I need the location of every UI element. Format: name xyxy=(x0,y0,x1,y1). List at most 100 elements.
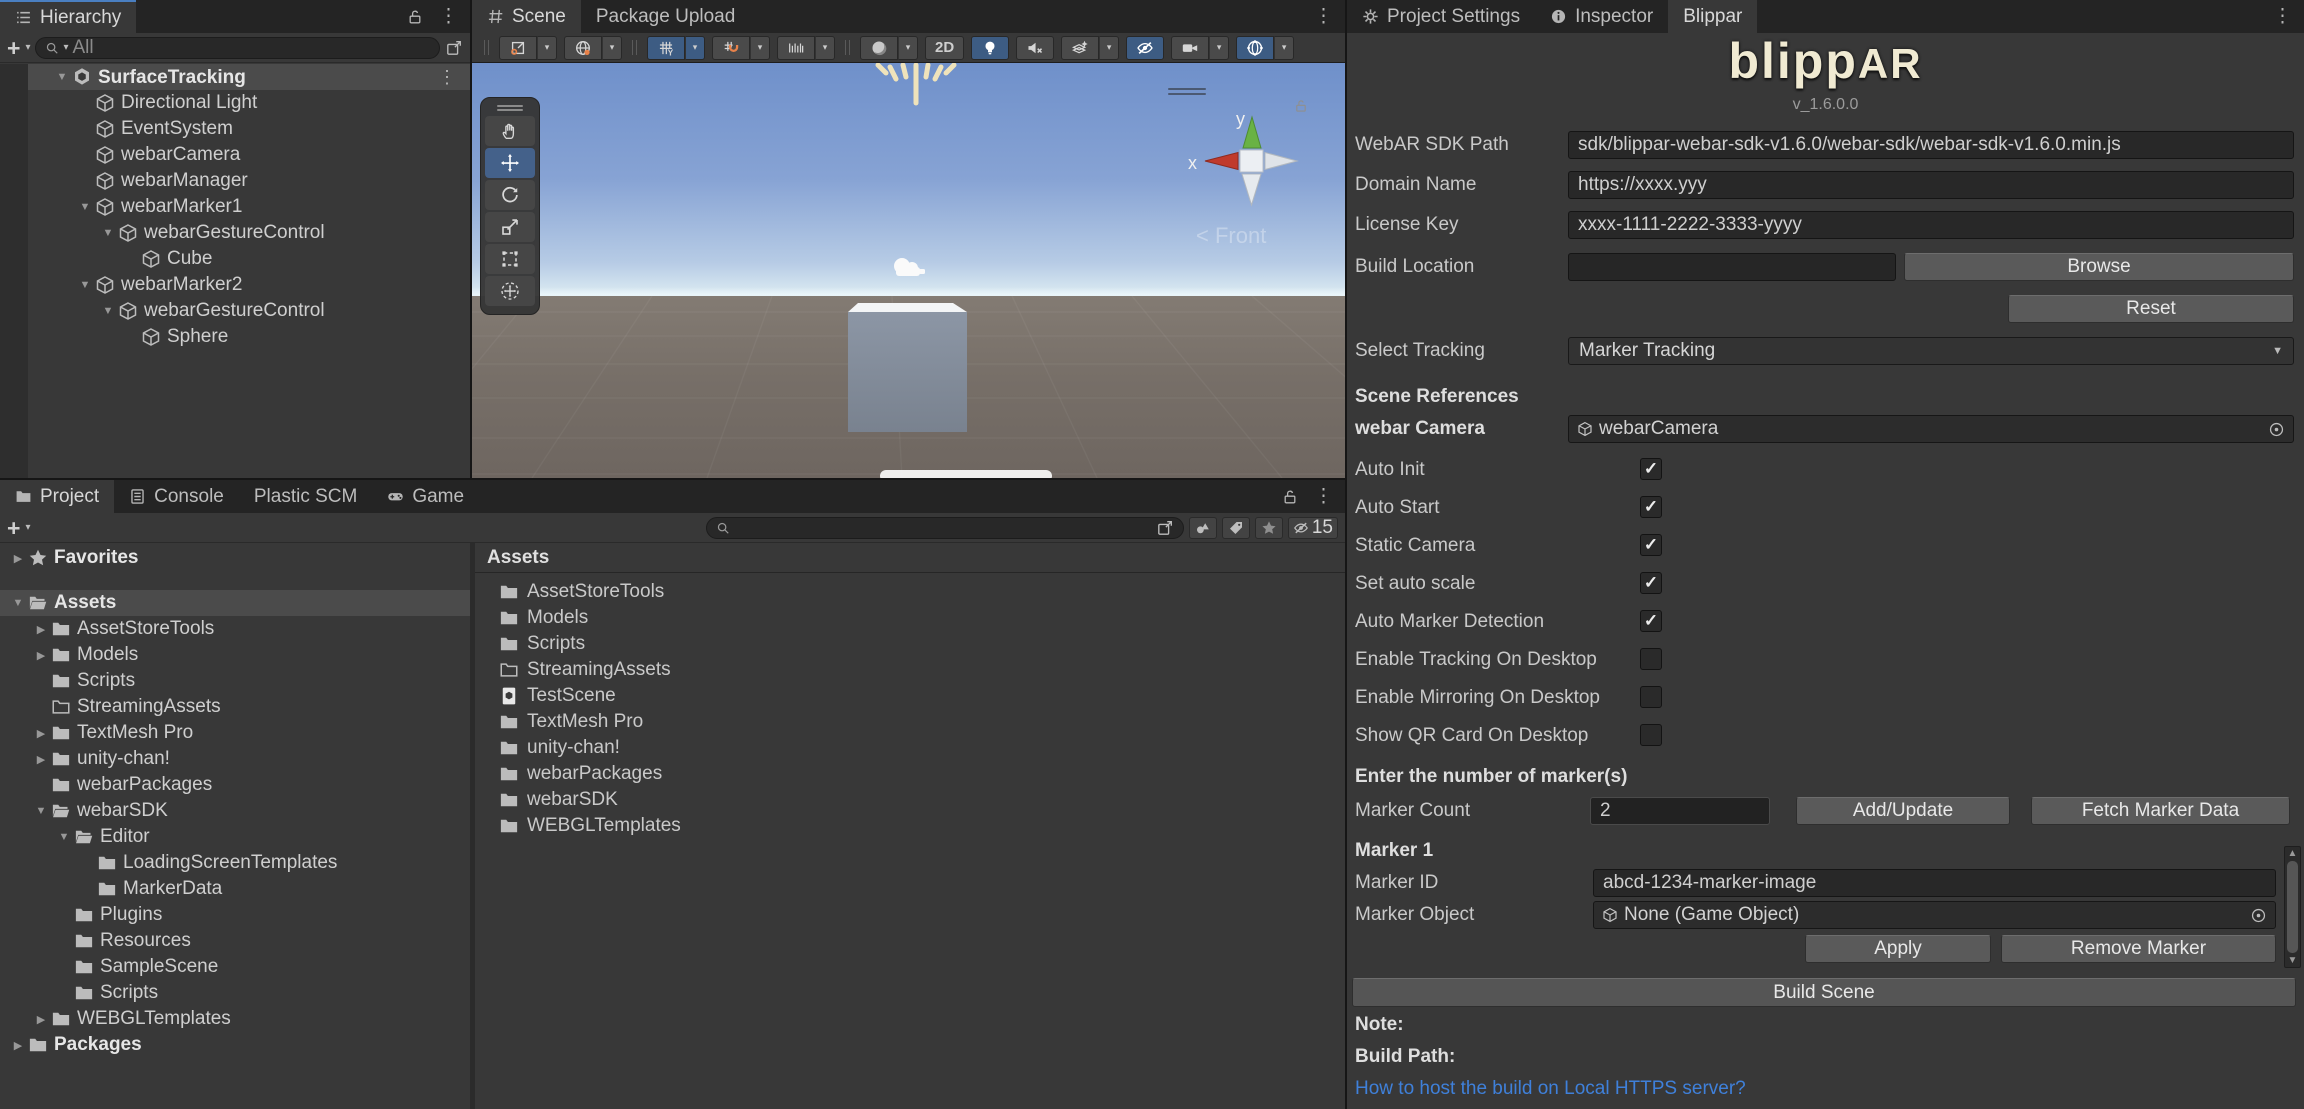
project-tree-item[interactable]: ▶ Favorites xyxy=(0,545,470,571)
tab-project[interactable]: Project xyxy=(0,480,115,513)
scene-visibility-button[interactable] xyxy=(1126,35,1165,60)
checkbox[interactable] xyxy=(1640,534,1662,556)
scale-tool-button[interactable] xyxy=(485,212,535,242)
webar-camera-object-field[interactable]: webarCamera xyxy=(1568,415,2294,443)
apply-button[interactable]: Apply xyxy=(1805,935,1991,963)
marker-scrollbar[interactable]: ▲ ▼ xyxy=(2284,846,2301,968)
project-tree-item[interactable]: Resources xyxy=(0,928,470,954)
tab-console[interactable]: Console xyxy=(114,480,239,513)
checkbox[interactable] xyxy=(1640,648,1662,670)
save-search-button[interactable] xyxy=(1254,516,1283,539)
expand-arrow[interactable]: ▶ xyxy=(31,753,51,766)
fetch-marker-data-button[interactable]: Fetch Marker Data xyxy=(2031,797,2290,825)
marker-id-input[interactable]: abcd-1234-marker-image xyxy=(1593,869,2276,897)
open-in-window-icon[interactable] xyxy=(1156,519,1174,537)
hierarchy-item[interactable]: ▼ SurfaceTracking ⋮ xyxy=(28,64,470,90)
draw-mode-button[interactable]: ▾ xyxy=(860,35,918,60)
grid-dropdown[interactable]: ▾ xyxy=(685,35,705,60)
hierarchy-item[interactable]: ▼ webarGestureControl ⋮ xyxy=(28,298,470,324)
scene-lighting-button[interactable] xyxy=(971,35,1010,60)
project-tree-item[interactable]: MarkerData xyxy=(0,876,470,902)
asset-item[interactable]: WEBGLTemplates xyxy=(475,813,1345,839)
expand-arrow[interactable]: ▶ xyxy=(31,1013,51,1026)
project-tree-item[interactable]: ▶ unity-chan! xyxy=(0,746,470,772)
checkbox[interactable] xyxy=(1640,572,1662,594)
https-help-link[interactable]: How to host the build on Local HTTPS ser… xyxy=(1355,1078,1746,1100)
toolbar-handle[interactable] xyxy=(484,40,489,55)
checkbox[interactable] xyxy=(1640,686,1662,708)
kebab-menu-icon[interactable]: ⋮ xyxy=(2273,7,2292,26)
scene-audio-button[interactable] xyxy=(1016,35,1055,60)
open-in-window-icon[interactable] xyxy=(445,39,463,57)
sun-gizmo-icon[interactable] xyxy=(870,63,966,109)
scene-viewport[interactable]: y x Front xyxy=(472,63,1345,478)
project-tree-item[interactable]: Scripts xyxy=(0,668,470,694)
tab-plastic-scm[interactable]: Plastic SCM xyxy=(239,480,372,513)
checkbox[interactable] xyxy=(1640,724,1662,746)
row-kebab-icon[interactable]: ⋮ xyxy=(438,68,456,86)
lock-icon[interactable] xyxy=(1282,489,1298,505)
lock-icon[interactable] xyxy=(407,9,423,25)
expand-arrow[interactable]: ▶ xyxy=(8,1039,28,1052)
project-tree-item[interactable]: ▼ Assets xyxy=(0,590,470,616)
tab-scene[interactable]: Scene xyxy=(472,0,581,33)
project-tree-item[interactable]: Plugins xyxy=(0,902,470,928)
snap-dropdown[interactable]: ▾ xyxy=(750,35,770,60)
expand-arrow[interactable]: ▼ xyxy=(8,597,28,609)
project-tree-item[interactable]: webarPackages xyxy=(0,772,470,798)
create-dropdown-caret[interactable]: ▾ xyxy=(25,522,30,533)
project-tree-item[interactable]: ▶ Packages xyxy=(0,1032,470,1058)
gizmo-front-label[interactable]: Front xyxy=(1196,223,1266,249)
project-tree-item[interactable]: SampleScene xyxy=(0,954,470,980)
gizmos-dropdown[interactable]: ▾ xyxy=(1274,35,1295,60)
hierarchy-item[interactable]: webarCamera ⋮ xyxy=(28,142,470,168)
move-tool-button[interactable] xyxy=(485,148,535,178)
draw-mode-dropdown[interactable]: ▾ xyxy=(898,35,918,60)
project-tree-item[interactable]: ▼ Editor xyxy=(0,824,470,850)
build-scene-button[interactable]: Build Scene xyxy=(1352,978,2296,1007)
expand-arrow[interactable]: ▶ xyxy=(31,649,51,662)
expand-arrow[interactable]: ▼ xyxy=(54,831,74,843)
overlay-drag-handle[interactable] xyxy=(481,105,539,111)
expand-arrow[interactable]: ▼ xyxy=(52,71,72,83)
rect-tool-button[interactable] xyxy=(485,244,535,274)
search-by-label-button[interactable] xyxy=(1221,516,1250,539)
camera-gizmo-icon[interactable] xyxy=(890,257,930,281)
expand-arrow[interactable]: ▼ xyxy=(98,227,118,239)
project-tree-item[interactable]: ▶ TextMesh Pro xyxy=(0,720,470,746)
tab-hierarchy[interactable]: Hierarchy xyxy=(0,0,137,33)
rotate-tool-button[interactable] xyxy=(485,180,535,210)
checkbox[interactable] xyxy=(1640,610,1662,632)
remove-marker-button[interactable]: Remove Marker xyxy=(2001,935,2276,963)
select-tracking-dropdown[interactable]: Marker Tracking ▼ xyxy=(1568,337,2294,365)
sdk-path-input[interactable]: sdk/blippar-webar-sdk-v1.6.0/webar-sdk/w… xyxy=(1568,131,2294,159)
scroll-thumb[interactable] xyxy=(2287,861,2298,953)
asset-item[interactable]: StreamingAssets xyxy=(475,657,1345,683)
hierarchy-search-input[interactable]: ▾ All xyxy=(35,36,440,59)
asset-item[interactable]: TextMesh Pro xyxy=(475,709,1345,735)
project-search-input[interactable] xyxy=(705,516,1184,539)
tab-project-settings[interactable]: Project Settings xyxy=(1347,0,1535,33)
hierarchy-item[interactable]: ▼ webarGestureControl ⋮ xyxy=(28,220,470,246)
project-tree-item[interactable]: ▶ WEBGLTemplates xyxy=(0,1006,470,1032)
marker-object-field[interactable]: None (Game Object) xyxy=(1593,901,2276,929)
asset-item[interactable]: Scripts xyxy=(475,631,1345,657)
increment-dropdown[interactable]: ▾ xyxy=(815,35,835,60)
kebab-menu-icon[interactable]: ⋮ xyxy=(1314,487,1333,506)
toolbar-handle[interactable] xyxy=(632,40,637,55)
hidden-packages-button[interactable]: 15 xyxy=(1287,516,1338,539)
tool-handle-pivot-button[interactable]: ▾ xyxy=(499,35,557,60)
expand-arrow[interactable]: ▼ xyxy=(75,201,95,213)
search-filter-caret[interactable]: ▾ xyxy=(63,42,68,53)
grid-visibility-button[interactable]: ▾ xyxy=(647,35,705,60)
globe-dropdown[interactable]: ▾ xyxy=(602,35,622,60)
marker-count-input[interactable]: 2 xyxy=(1590,797,1770,825)
build-location-input[interactable] xyxy=(1568,253,1896,281)
hierarchy-item[interactable]: Directional Light ⋮ xyxy=(28,90,470,116)
project-tree-item[interactable]: Scripts xyxy=(0,980,470,1006)
asset-item[interactable]: webarPackages xyxy=(475,761,1345,787)
effects-dropdown[interactable]: ▾ xyxy=(1099,35,1120,60)
snap-button[interactable]: ▾ xyxy=(712,35,770,60)
expand-arrow[interactable]: ▼ xyxy=(31,805,51,817)
project-tree-item[interactable]: LoadingScreenTemplates xyxy=(0,850,470,876)
